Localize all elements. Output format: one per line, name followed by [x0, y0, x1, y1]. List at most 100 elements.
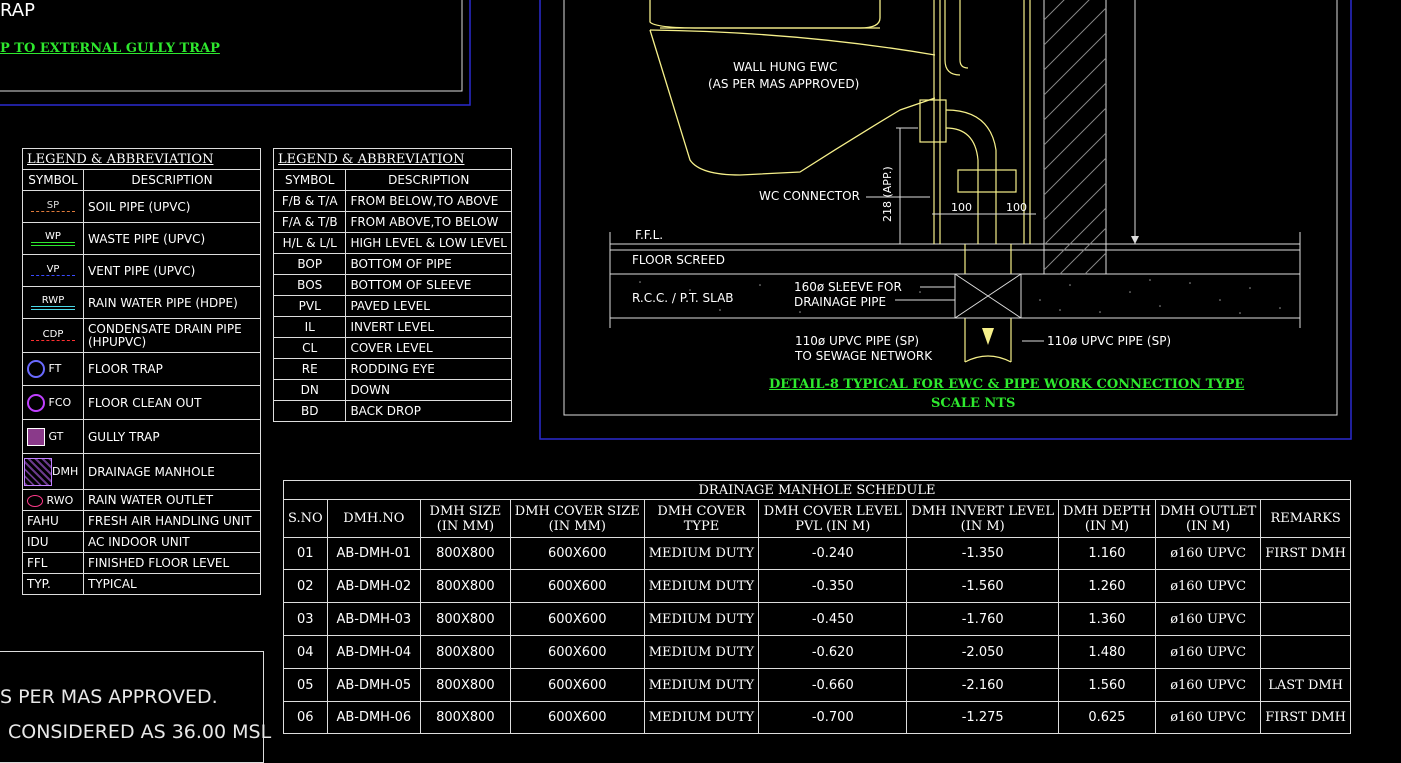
cell: -0.240 — [758, 537, 908, 570]
header-invert-level: DMH INVERT LEVEL (IN M) — [906, 499, 1059, 538]
wall-hung-approval: (AS PER MAS APPROVED) — [708, 77, 860, 91]
abbr-symbol: BOP — [272, 253, 347, 275]
col-description: DESCRIPTION — [345, 169, 512, 191]
legend-row-desc: FRESH AIR HANDLING UNIT — [83, 510, 261, 532]
legend-symbol: RWO — [46, 493, 74, 507]
cell: 600X600 — [509, 537, 645, 570]
cell: 800X800 — [420, 635, 511, 669]
header-dmh-no: DMH.NO — [326, 499, 422, 538]
cell: 1.480 — [1058, 635, 1156, 669]
cell: -0.450 — [758, 602, 908, 636]
cell: 800X800 — [420, 569, 511, 603]
abbr-symbol: CL — [272, 337, 347, 359]
floor-screed-label: FLOOR SCREED — [632, 253, 725, 267]
vent-pipe-symbol: VP — [46, 263, 60, 275]
cell: 0.625 — [1058, 701, 1156, 734]
cell: MEDIUM DUTY — [643, 701, 760, 734]
rain-water-outlet-icon — [27, 494, 43, 507]
legend-symbol: FAHU — [22, 510, 84, 532]
cell: 04 — [283, 635, 328, 669]
legend-row-desc: FLOOR TRAP — [83, 352, 261, 386]
abbr-desc: BOTTOM OF SLEEVE — [345, 274, 512, 296]
header-depth: DMH DEPTH (IN M) — [1058, 499, 1156, 538]
cell: MEDIUM DUTY — [643, 635, 760, 669]
notes-line-2: CONSIDERED AS 36.00 MSL — [8, 721, 272, 743]
abbr-symbol: H/L & L/L — [272, 232, 347, 254]
cell: MEDIUM DUTY — [643, 537, 760, 570]
cell: -0.350 — [758, 569, 908, 603]
header-cover-level: DMH COVER LEVEL PVL (IN M) — [758, 499, 908, 538]
cell: 800X800 — [420, 602, 511, 636]
cell: ø160 UPVC — [1154, 537, 1262, 570]
sleeve-label-2: DRAINAGE PIPE — [794, 295, 887, 309]
cell: MEDIUM DUTY — [643, 569, 760, 603]
dim-100-left: 100 — [951, 201, 972, 214]
abbr-desc: FROM BELOW,TO ABOVE — [345, 190, 512, 212]
cell: -1.760 — [906, 602, 1059, 636]
cell: -1.275 — [906, 701, 1059, 734]
legend-title: LEGEND & ABBREVIATION — [273, 148, 512, 170]
cell: 05 — [283, 668, 328, 702]
cell: AB-DMH-03 — [326, 602, 422, 636]
detail-title: DETAIL-8 TYPICAL FOR EWC & PIPE WORK CON… — [769, 377, 1245, 392]
gully-trap-icon — [27, 427, 45, 446]
cell: 800X800 — [420, 537, 511, 570]
cell: 600X600 — [509, 635, 645, 669]
drainage-manhole-schedule: DRAINAGE MANHOLE SCHEDULE S.NO DMH.NO DM… — [283, 480, 1351, 734]
cell: -0.620 — [758, 635, 908, 669]
legend-symbol: FFL — [22, 552, 84, 574]
legend-row-desc: FLOOR CLEAN OUT — [83, 385, 261, 420]
legend-title: LEGEND & ABBREVIATION — [22, 148, 261, 170]
legend-row-desc: WASTE PIPE (UPVC) — [83, 222, 261, 255]
notes-line-1: S PER MAS APPROVED. — [0, 686, 218, 708]
legend-symbol: TYP. — [22, 573, 84, 595]
abbr-desc: COVER LEVEL — [345, 337, 512, 359]
cell: MEDIUM DUTY — [643, 602, 760, 636]
legend-row-desc: RAIN WATER OUTLET — [83, 489, 261, 511]
legend-row-desc: FINISHED FLOOR LEVEL — [83, 552, 261, 574]
abbr-desc: DOWN — [345, 379, 512, 401]
abbr-desc: RODDING EYE — [345, 358, 512, 380]
cell — [1260, 602, 1351, 636]
cell: 1.160 — [1058, 537, 1156, 570]
header-dmh-size: DMH SIZE (IN MM) — [420, 499, 511, 538]
legend-symbol: FT — [48, 362, 62, 375]
legend-row-desc: GULLY TRAP — [83, 419, 261, 454]
cell: FIRST DMH — [1260, 701, 1351, 734]
legend-row-desc: AC INDOOR UNIT — [83, 531, 261, 553]
cell: 06 — [283, 701, 328, 734]
cell: 600X600 — [509, 569, 645, 603]
legend-table-symbols: LEGEND & ABBREVIATION SYMBOL DESCRIPTION… — [22, 148, 261, 595]
cell: 1.260 — [1058, 569, 1156, 603]
legend-symbol: FCO — [48, 395, 72, 409]
col-symbol: SYMBOL — [22, 169, 84, 191]
legend-symbol: DMH — [52, 464, 79, 478]
dim-100-right: 100 — [1006, 201, 1027, 214]
cell: -1.350 — [906, 537, 1059, 570]
legend-row-desc: RAIN WATER PIPE (HDPE) — [83, 286, 261, 319]
rain-water-pipe-symbol: RWP — [41, 295, 65, 306]
abbr-symbol: DN — [272, 379, 347, 401]
pipe-right-label: 110ø UPVC PIPE (SP) — [1047, 334, 1172, 348]
wc-connector-label: WC CONNECTOR — [759, 189, 860, 203]
cell — [1260, 569, 1351, 603]
top-left-title: RAP — [0, 0, 35, 21]
drainage-manhole-icon — [24, 457, 52, 486]
cell: 03 — [283, 602, 328, 636]
soil-pipe-symbol: SP — [46, 199, 60, 211]
cell: 01 — [283, 537, 328, 570]
legend-row-desc: TYPICAL — [83, 573, 261, 595]
cell: 1.360 — [1058, 602, 1156, 636]
legend-table-abbreviations: LEGEND & ABBREVIATION SYMBOL DESCRIPTION… — [272, 148, 512, 422]
cell: ø160 UPVC — [1154, 602, 1262, 636]
abbr-symbol: BOS — [272, 274, 347, 296]
abbr-symbol: PVL — [272, 295, 347, 317]
cell: ø160 UPVC — [1154, 569, 1262, 603]
sleeve-label: 160ø SLEEVE FOR — [794, 280, 902, 294]
header-sno: S.NO — [283, 499, 328, 538]
abbr-symbol: F/B & T/A — [272, 190, 347, 212]
cell: 600X600 — [509, 668, 645, 702]
abbr-symbol: BD — [272, 400, 347, 422]
cell: AB-DMH-05 — [326, 668, 422, 702]
cell — [1260, 635, 1351, 669]
